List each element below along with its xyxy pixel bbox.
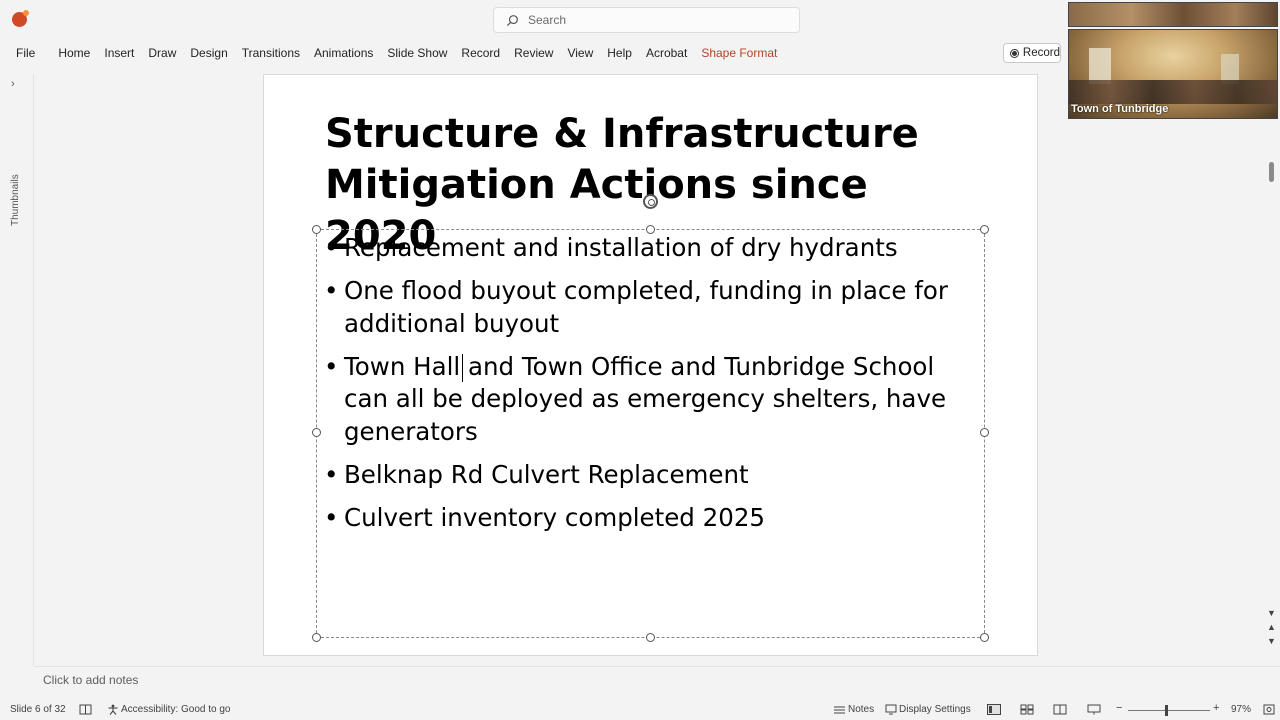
bullet-item[interactable]: Town Hall and Town Office and Tunbridge … xyxy=(324,351,964,449)
video-feed-main[interactable]: Town of Tunbridge xyxy=(1068,29,1278,119)
status-bar: Slide 6 of 32 Accessibility: Good to go … xyxy=(0,700,1280,720)
text-cursor xyxy=(462,354,463,382)
zoom-in-button[interactable]: + xyxy=(1213,702,1219,714)
scroll-down-icon[interactable]: ▼ xyxy=(1267,608,1276,618)
bullet-item[interactable]: Belknap Rd Culvert Replacement xyxy=(324,459,964,492)
next-slide-icon[interactable]: ▼ xyxy=(1267,636,1276,646)
rotate-handle-icon[interactable] xyxy=(643,194,658,209)
zoom-out-button[interactable]: − xyxy=(1116,702,1122,714)
thumbnails-pane[interactable]: › Thumbnails xyxy=(0,74,34,666)
vertical-scrollbar[interactable]: ▼ ▲ ▼ xyxy=(1266,120,1280,666)
powerpoint-logo-icon xyxy=(12,10,29,27)
accessibility-status[interactable]: Accessibility: Good to go xyxy=(121,704,231,715)
notes-pane[interactable]: Click to add notes xyxy=(34,666,1280,700)
bullet-list[interactable]: Replacement and installation of dry hydr… xyxy=(324,232,964,545)
zoom-slider-track[interactable] xyxy=(1128,710,1210,711)
chevron-right-icon[interactable]: › xyxy=(11,78,15,90)
spelling-check-icon[interactable] xyxy=(79,704,92,715)
scrollbar-thumb[interactable] xyxy=(1269,162,1274,182)
tab-animations[interactable]: Animations xyxy=(307,40,380,66)
normal-view-icon[interactable] xyxy=(987,704,1001,715)
resize-handle-top-left[interactable] xyxy=(312,225,321,234)
bullet-item[interactable]: One flood buyout completed, funding in p… xyxy=(324,275,964,340)
notes-toggle[interactable]: Notes xyxy=(848,704,874,715)
search-icon xyxy=(506,14,518,26)
tab-shape-format[interactable]: Shape Format xyxy=(694,40,784,66)
tab-view[interactable]: View xyxy=(560,40,600,66)
accessibility-icon[interactable] xyxy=(107,704,119,715)
resize-handle-top-right[interactable] xyxy=(980,225,989,234)
resize-handle-left[interactable] xyxy=(312,428,321,437)
slide-show-icon[interactable] xyxy=(1087,704,1101,715)
video-crowd-shape xyxy=(1069,80,1277,104)
slide-title-line: Structure & Infrastructure xyxy=(325,111,919,157)
notes-icon xyxy=(834,706,845,714)
record-button-label: Record xyxy=(1022,47,1060,59)
slide-counter: Slide 6 of 32 xyxy=(10,704,66,715)
reading-view-icon[interactable] xyxy=(1053,704,1067,715)
resize-handle-bottom[interactable] xyxy=(646,633,655,642)
resize-handle-bottom-left[interactable] xyxy=(312,633,321,642)
bullet-item[interactable]: Culvert inventory completed 2025 xyxy=(324,502,964,535)
zoom-level[interactable]: 97% xyxy=(1231,704,1251,715)
previous-slide-icon[interactable]: ▲ xyxy=(1267,622,1276,632)
display-settings-icon xyxy=(885,704,897,715)
fit-to-window-icon[interactable] xyxy=(1263,704,1275,715)
tab-record[interactable]: Record xyxy=(454,40,507,66)
tab-help[interactable]: Help xyxy=(600,40,639,66)
tab-slide-show[interactable]: Slide Show xyxy=(380,40,454,66)
tab-insert[interactable]: Insert xyxy=(97,40,141,66)
tab-acrobat[interactable]: Acrobat xyxy=(639,40,694,66)
record-button[interactable]: Record xyxy=(1003,43,1061,63)
display-settings-button[interactable]: Display Settings xyxy=(899,704,971,715)
ribbon-tabs: File Home Insert Draw Design Transitions… xyxy=(0,40,1000,66)
resize-handle-bottom-right[interactable] xyxy=(980,633,989,642)
thumbnails-label-wrap: Thumbnails xyxy=(10,174,24,286)
video-participant-name: Town of Tunbridge xyxy=(1071,103,1169,115)
tab-design[interactable]: Design xyxy=(183,40,234,66)
slide-sorter-icon[interactable] xyxy=(1020,704,1034,715)
tab-home[interactable]: Home xyxy=(51,40,97,66)
resize-handle-right[interactable] xyxy=(980,428,989,437)
thumbnails-label: Thumbnails xyxy=(10,174,21,226)
tab-draw[interactable]: Draw xyxy=(141,40,183,66)
zoom-slider-thumb[interactable] xyxy=(1165,705,1168,716)
search-placeholder: Search xyxy=(528,13,567,27)
tab-transitions[interactable]: Transitions xyxy=(235,40,307,66)
bullet-item[interactable]: Replacement and installation of dry hydr… xyxy=(324,232,964,265)
video-window-shape xyxy=(1089,48,1111,84)
tab-file[interactable]: File xyxy=(9,40,42,66)
tab-review[interactable]: Review xyxy=(507,40,560,66)
notes-placeholder: Click to add notes xyxy=(43,673,139,687)
record-icon xyxy=(1010,48,1019,58)
search-input[interactable]: Search xyxy=(493,7,800,33)
video-feed-strip[interactable] xyxy=(1068,2,1278,27)
